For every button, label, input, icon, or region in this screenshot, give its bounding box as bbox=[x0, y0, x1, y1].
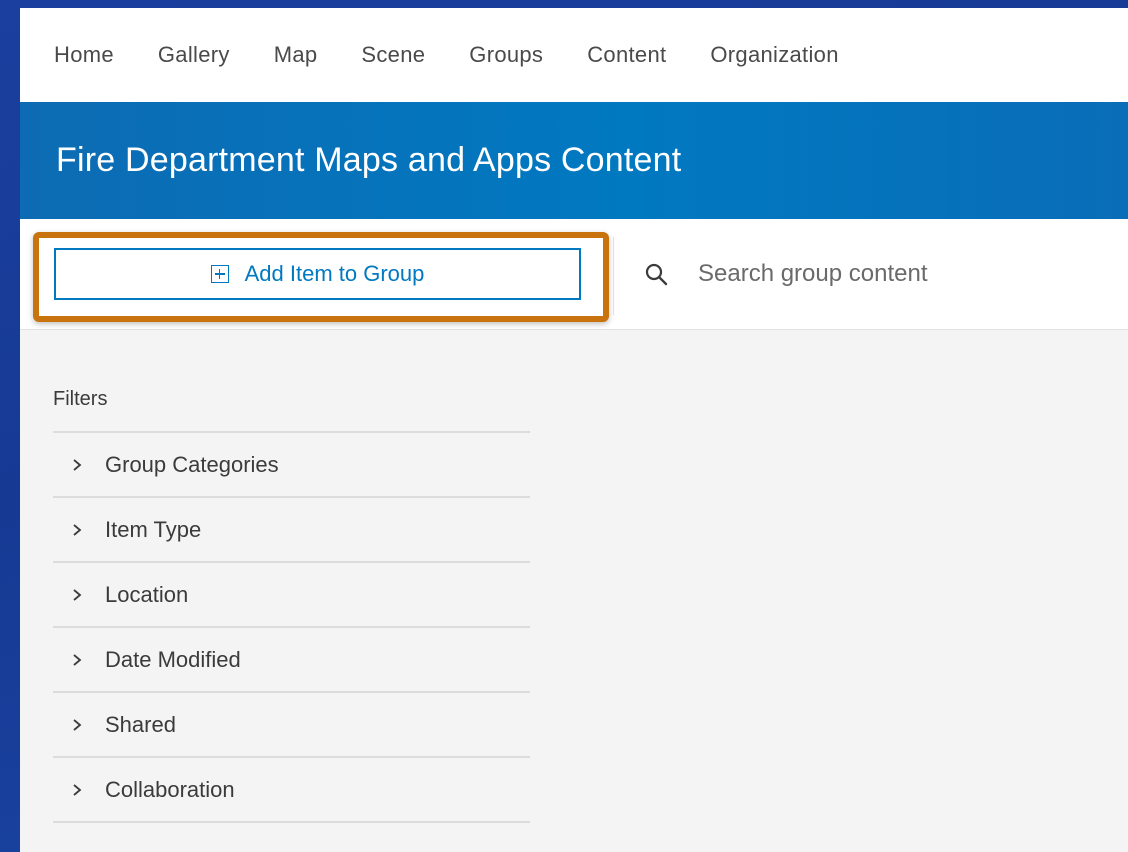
filter-location[interactable]: Location bbox=[53, 563, 530, 628]
filter-group-categories[interactable]: Group Categories bbox=[53, 433, 530, 498]
search-input[interactable] bbox=[698, 260, 1118, 288]
chevron-right-icon bbox=[73, 783, 82, 796]
chevron-right-icon bbox=[73, 588, 82, 601]
filter-label: Shared bbox=[105, 711, 176, 737]
content-toolbar: Add Item to Group bbox=[20, 219, 1128, 330]
filter-label: Group Categories bbox=[105, 451, 279, 477]
filters-heading: Filters bbox=[53, 388, 530, 433]
app-window: Home Gallery Map Scene Groups Content Or… bbox=[20, 8, 1128, 852]
filter-label: Date Modified bbox=[105, 646, 241, 672]
page-title: Fire Department Maps and Apps Content bbox=[56, 141, 682, 179]
filter-shared[interactable]: Shared bbox=[53, 693, 530, 758]
nav-groups[interactable]: Groups bbox=[469, 42, 543, 68]
chevron-right-icon bbox=[73, 653, 82, 666]
filter-item-type[interactable]: Item Type bbox=[53, 498, 530, 563]
chevron-right-icon bbox=[73, 523, 82, 536]
nav-gallery[interactable]: Gallery bbox=[158, 42, 230, 68]
filters-panel: Filters Group Categories Item Type Locat… bbox=[53, 388, 530, 823]
top-navigation: Home Gallery Map Scene Groups Content Or… bbox=[20, 8, 1128, 102]
filter-label: Collaboration bbox=[105, 776, 235, 802]
nav-scene[interactable]: Scene bbox=[361, 42, 425, 68]
plus-square-icon bbox=[210, 265, 229, 283]
group-banner: Fire Department Maps and Apps Content bbox=[20, 102, 1128, 219]
nav-map[interactable]: Map bbox=[274, 42, 318, 68]
filter-collaboration[interactable]: Collaboration bbox=[53, 758, 530, 823]
toolbar-divider bbox=[613, 237, 614, 315]
chevron-right-icon bbox=[73, 718, 82, 731]
filter-label: Location bbox=[105, 581, 189, 607]
filter-date-modified[interactable]: Date Modified bbox=[53, 628, 530, 693]
add-item-label: Add Item to Group bbox=[244, 261, 425, 286]
search-box bbox=[644, 249, 1118, 299]
add-item-to-group-button[interactable]: Add Item to Group bbox=[54, 248, 581, 300]
nav-content[interactable]: Content bbox=[587, 42, 666, 68]
nav-home[interactable]: Home bbox=[54, 42, 114, 68]
search-icon[interactable] bbox=[644, 262, 668, 286]
chevron-right-icon bbox=[73, 458, 82, 471]
filter-label: Item Type bbox=[105, 516, 202, 542]
nav-organization[interactable]: Organization bbox=[710, 42, 838, 68]
